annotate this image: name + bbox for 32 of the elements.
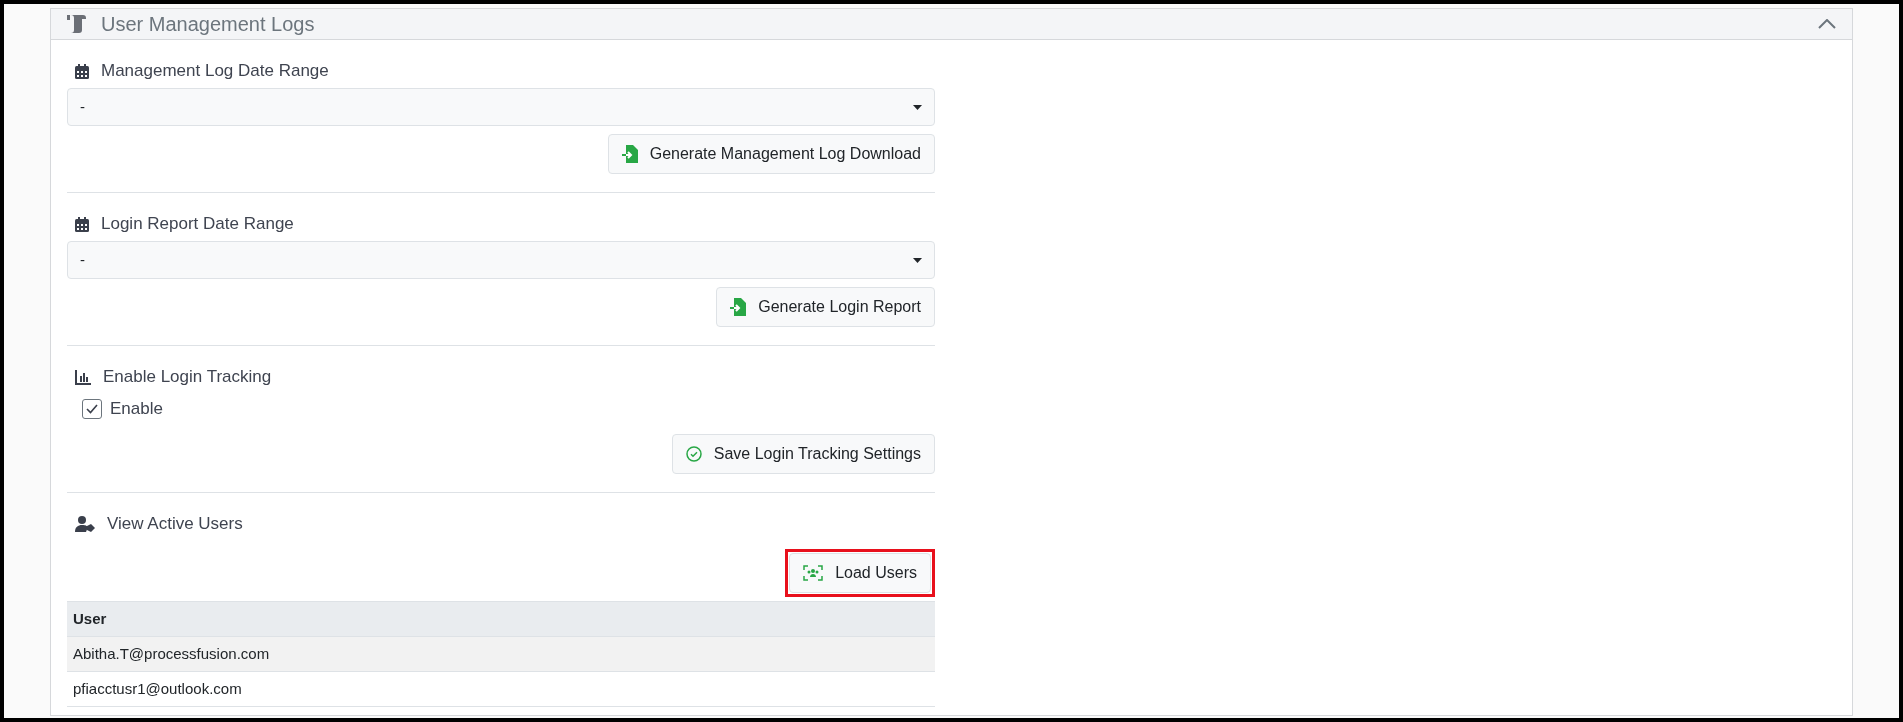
users-scan-icon: [803, 565, 824, 581]
file-arrow-icon: [730, 298, 747, 316]
table-cell: Abitha.T@processfusion.com: [67, 636, 935, 672]
select-value: -: [80, 249, 85, 270]
calendar-icon: [75, 63, 89, 79]
bar-chart-icon: [75, 369, 91, 385]
panel-title: User Management Logs: [101, 12, 315, 37]
check-circle-icon: [685, 446, 702, 462]
section-label: Login Report Date Range: [101, 213, 294, 236]
action-button[interactable]: Generate Login Report: [716, 287, 935, 327]
column-header: User: [67, 601, 935, 637]
dropdown-caret-icon: [913, 257, 922, 263]
date-range-select[interactable]: -: [67, 241, 935, 279]
action-button[interactable]: Save Login Tracking Settings: [671, 434, 935, 474]
section-label: View Active Users: [107, 513, 243, 536]
section-label: Management Log Date Range: [101, 60, 329, 83]
user-tag-icon: [75, 516, 95, 532]
panel-header[interactable]: User Management Logs: [51, 9, 1852, 40]
select-value: -: [80, 96, 85, 117]
action-button[interactable]: Generate Management Log Download: [607, 134, 935, 174]
checkbox-label: Enable: [110, 398, 163, 421]
checkbox[interactable]: [82, 399, 102, 419]
scroll-icon: [67, 15, 87, 33]
checkmark-icon: [86, 404, 98, 414]
calendar-icon: [75, 216, 89, 232]
section-label: Enable Login Tracking: [103, 366, 272, 389]
dropdown-caret-icon: [913, 104, 922, 110]
chevron-up-icon[interactable]: [1818, 19, 1836, 29]
file-arrow-icon: [621, 145, 638, 163]
date-range-select[interactable]: -: [67, 88, 935, 126]
table-cell: pfiacctusr1@outlook.com: [67, 671, 935, 707]
action-button[interactable]: Load Users: [789, 553, 931, 593]
